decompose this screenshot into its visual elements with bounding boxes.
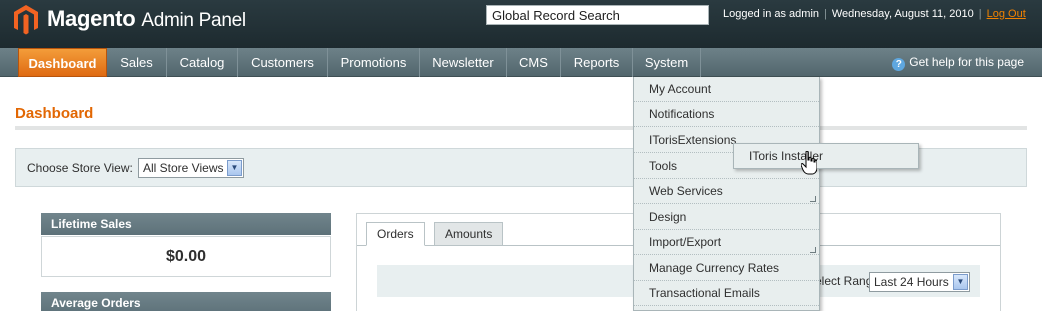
logged-in-text: Logged in as admin (723, 8, 820, 20)
logo-title: Magento (47, 6, 136, 31)
menu-item-transactional-emails[interactable]: Transactional Emails (634, 281, 819, 306)
help-icon: ? (892, 58, 906, 71)
submenu-arrow-icon (810, 196, 816, 202)
tab-amounts[interactable]: Amounts (434, 222, 504, 246)
chevron-down-icon[interactable]: ▼ (953, 274, 968, 290)
magento-logo-icon (14, 5, 38, 35)
menu-item-design[interactable]: Design (634, 205, 819, 230)
average-orders-header: Average Orders (41, 292, 331, 311)
separator: | (824, 8, 827, 20)
nav-cms[interactable]: CMS (507, 48, 561, 77)
nav-promotions[interactable]: Promotions (328, 48, 420, 77)
help-label: Get help for this page (909, 55, 1024, 69)
store-view-select[interactable]: All Store Views ▼ (138, 158, 244, 178)
global-search-input[interactable] (486, 5, 709, 25)
lifetime-sales-value: $0.00 (41, 236, 331, 277)
header-bar: MagentoAdmin Panel Logged in as admin | We… (0, 0, 1042, 48)
submenu-arrow-icon (810, 247, 816, 253)
menu-item-manage-currency-rates[interactable]: Manage Currency Rates (634, 256, 819, 281)
date-text: Wednesday, August 11, 2010 (831, 8, 974, 20)
chevron-down-icon[interactable]: ▼ (227, 160, 242, 176)
nav-reports[interactable]: Reports (561, 48, 633, 77)
nav-customers[interactable]: Customers (238, 48, 328, 77)
menu-item-web-services[interactable]: Web Services (634, 179, 819, 204)
help-link[interactable]: ? Get help for this page (892, 48, 1024, 77)
logo-text: Magento Admin Panel (47, 6, 246, 32)
header-info: Logged in as admin | Wednesday, August 11,… (723, 8, 1026, 20)
hand-cursor-icon (801, 151, 817, 175)
menu-item-label: Web Services (649, 184, 723, 198)
tab-orders[interactable]: Orders (366, 222, 425, 246)
nav-system[interactable]: System (633, 48, 701, 77)
menu-item-notifications[interactable]: Notifications (634, 102, 819, 127)
main-nav: Dashboard Sales Catalog Customers Promot… (0, 48, 1042, 77)
lifetime-sales-header: Lifetime Sales (41, 213, 331, 235)
nav-dashboard[interactable]: Dashboard (18, 48, 107, 77)
title-divider (15, 126, 1027, 130)
separator: | (978, 8, 982, 20)
nav-sales[interactable]: Sales (107, 48, 167, 77)
submenu-item-itoris-installer[interactable]: IToris Installer (733, 143, 919, 169)
store-view-value: All Store Views (143, 161, 224, 175)
nav-catalog[interactable]: Catalog (167, 48, 238, 77)
nav-newsletter[interactable]: Newsletter (420, 48, 507, 77)
store-view-label: Choose Store View: (27, 161, 133, 175)
menu-item-my-account[interactable]: My Account (634, 77, 819, 102)
range-value: Last 24 Hours (874, 275, 949, 289)
menu-item-import-export[interactable]: Import/Export (634, 230, 819, 255)
logout-link[interactable]: Log Out (987, 8, 1026, 20)
system-dropdown-menu: My Account Notifications ITorisExtension… (633, 77, 820, 311)
range-select[interactable]: Last 24 Hours ▼ (869, 272, 970, 292)
logo-subtitle: Admin Panel (141, 10, 246, 31)
menu-item-label: Import/Export (649, 235, 722, 249)
page-title: Dashboard (15, 105, 94, 122)
